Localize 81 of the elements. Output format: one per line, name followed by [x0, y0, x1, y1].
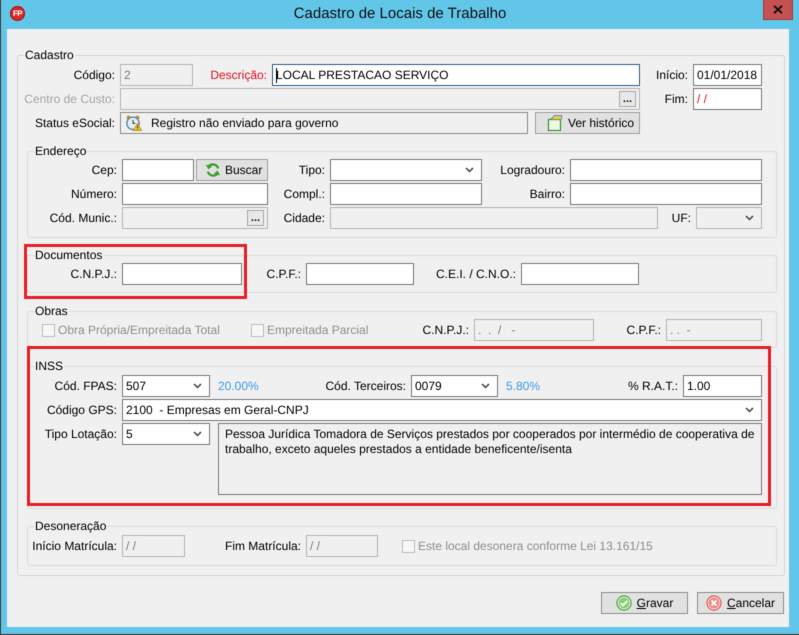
rat-field[interactable]: 1.00 [683, 375, 762, 397]
cnpj-field[interactable]: . . / - [474, 319, 594, 341]
field-label: Cep: [92, 162, 117, 178]
lotation-type-dropdown[interactable]: 5 [122, 423, 210, 445]
close-button[interactable] [763, 0, 793, 20]
fpas-code-dropdown[interactable]: 507 [122, 375, 210, 397]
cnpj-field[interactable] [122, 263, 242, 285]
chevron-down-icon [193, 431, 202, 437]
group-title: Endereço [34, 144, 88, 158]
district-field[interactable] [570, 183, 762, 205]
field-label: Início Matrícula: [32, 538, 117, 554]
field-label: Centro de Custo: [24, 92, 115, 106]
start-date-field[interactable]: 01/01/2018 [693, 64, 762, 86]
description-field[interactable]: LOCAL PRESTACAO SERVIÇO [272, 64, 640, 86]
group-title: Cadastro [24, 48, 75, 62]
field-label: C.E.I. / C.N.O.: [436, 266, 516, 282]
field-label: Fim: [664, 92, 688, 106]
group-title: Documentos [34, 248, 104, 262]
window-title: Cadastro de Locais de Trabalho [294, 5, 506, 23]
save-button[interactable]: Gravar [601, 592, 688, 614]
registration-end-field[interactable]: / / [306, 535, 378, 557]
history-button[interactable]: Ver histórico [535, 112, 640, 134]
street-field[interactable] [570, 159, 762, 181]
zip-code-field[interactable] [122, 159, 194, 181]
third-party-code-dropdown[interactable]: 0079 [411, 375, 498, 397]
field-label: Cód. Munic.: [50, 210, 117, 226]
city-code-field[interactable]: ... [122, 207, 268, 229]
registration-start-field[interactable]: / / [122, 535, 185, 557]
field-label: Cód. FPAS: [54, 378, 117, 394]
field-label: C.N.P.J.: [422, 322, 469, 338]
field-label: Bairro: [530, 186, 565, 202]
cancel-icon [706, 595, 722, 611]
code-field[interactable]: 2 [120, 64, 193, 86]
group-title: INSS [34, 359, 64, 373]
chevron-down-icon [745, 215, 754, 221]
chevron-down-icon [465, 167, 474, 173]
chevron-down-icon [745, 407, 754, 413]
field-label: UF: [672, 210, 691, 226]
field-label: Tipo Lotação: [44, 427, 117, 442]
search-button[interactable]: Buscar [196, 159, 268, 181]
field-label: Tipo: [298, 162, 325, 178]
field-label: Compl.: [284, 186, 325, 202]
status-field: Registro não enviado para governo [120, 112, 528, 134]
close-icon [773, 5, 783, 14]
lotation-description-box: Pessoa Jurídica Tomadora de Serviços prestados por cooperados por intermédio de cooperativa de trabalho, exceto aqueles prestados a entidade beneficente/isenta [218, 423, 762, 495]
document-icon [547, 115, 563, 131]
cancel-button[interactable]: Cancelar [697, 592, 784, 614]
field-label: C.P.F.: [266, 266, 301, 282]
refresh-icon [205, 162, 221, 178]
field-label: Início: [656, 68, 688, 82]
chevron-down-icon [481, 383, 490, 389]
field-label: Código GPS: [46, 402, 117, 418]
field-label: C.N.P.J.: [70, 266, 117, 282]
field-label: Código: [74, 68, 115, 82]
gps-code-dropdown[interactable]: 2100 - Empresas em Geral-CNPJ [122, 399, 762, 421]
complement-field[interactable] [330, 183, 482, 205]
group-title: Desoneração [34, 519, 108, 533]
check-icon [616, 595, 632, 611]
street-type-dropdown[interactable] [330, 159, 482, 181]
group-title: Obras [34, 304, 69, 318]
field-label: C.P.F.: [626, 322, 661, 338]
cpf-field[interactable] [306, 263, 414, 285]
rate-text: 5.80% [506, 378, 540, 394]
rate-text: 20.00% [218, 378, 259, 394]
app-logo: FP [10, 6, 25, 21]
field-label: Descrição: [210, 68, 267, 82]
cei-cno-field[interactable] [521, 263, 639, 285]
field-label: Logradouro: [500, 162, 565, 178]
ellipsis-button[interactable]: ... [247, 210, 264, 226]
field-label: Número: [70, 186, 117, 202]
chevron-down-icon [193, 383, 202, 389]
field-label: % R.A.T.: [628, 378, 678, 394]
alarm-clock-warning-icon [126, 115, 142, 131]
field-label: Status eSocial: [34, 116, 115, 130]
cpf-field[interactable]: . . - [666, 319, 762, 341]
number-field[interactable] [122, 183, 268, 205]
field-label: Cód. Terceiros: [326, 378, 406, 394]
end-date-field[interactable]: / / [693, 88, 762, 110]
field-label: Cidade: [284, 210, 325, 226]
field-label: Fim Matrícula: [224, 538, 301, 554]
city-field[interactable] [330, 207, 658, 229]
